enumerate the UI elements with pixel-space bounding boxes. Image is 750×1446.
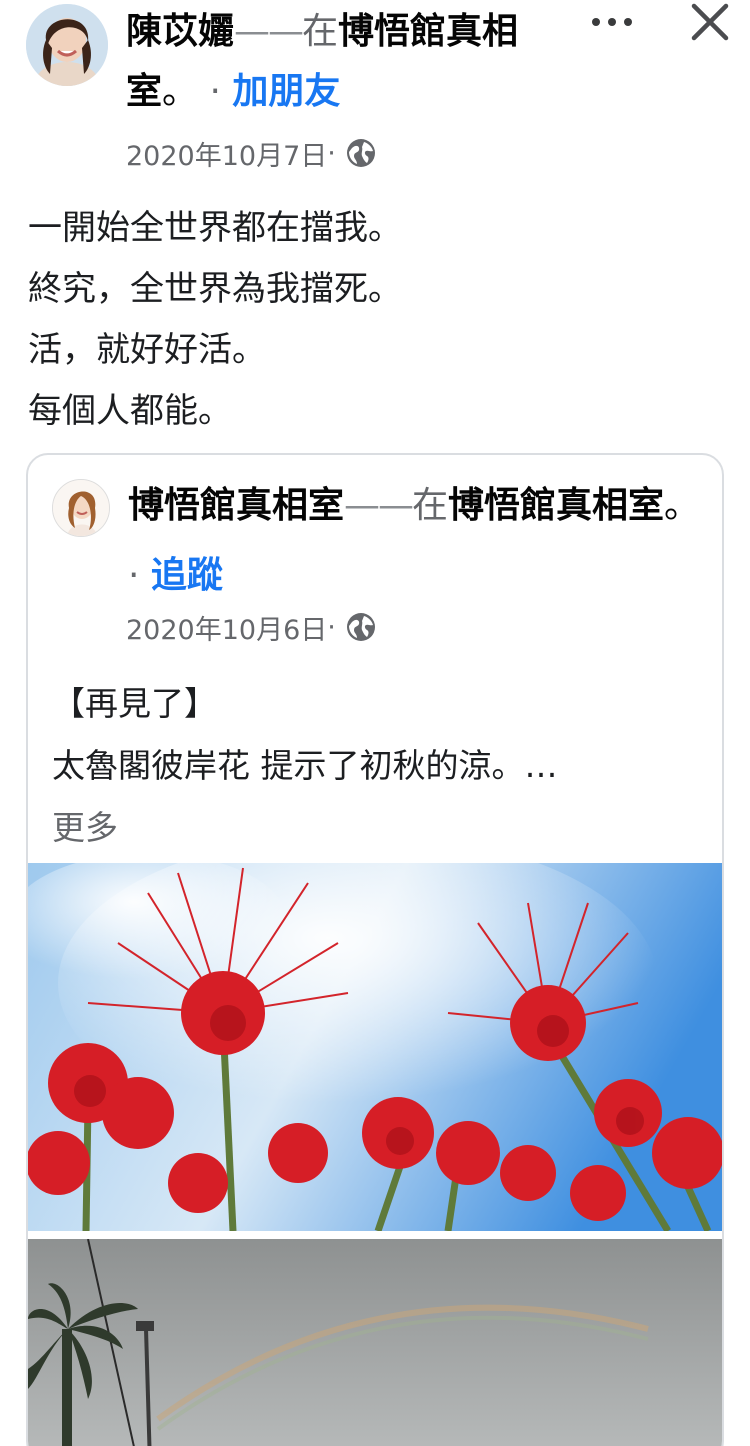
shared-post-date[interactable]: 2020年10月6日 [126, 608, 327, 647]
globe-icon [346, 138, 376, 168]
rainbow-photo[interactable] [28, 1239, 722, 1446]
author-avatar[interactable] [26, 4, 108, 86]
more-options-icon[interactable] [588, 2, 636, 42]
shared-text-line: 太魯閣彼岸花 提示了初秋的涼。… [52, 746, 558, 785]
shared-author-avatar[interactable] [52, 479, 110, 537]
spider-lily-photo[interactable] [28, 863, 722, 1231]
shared-text-line: 【再見了】 [52, 684, 217, 723]
meta-separator: · [327, 137, 336, 169]
header-dash: —— [234, 11, 304, 52]
close-icon[interactable] [686, 0, 732, 46]
post-text-line: 活，就好好活。 [28, 330, 266, 370]
shared-meta-separator: · [327, 611, 336, 643]
shared-header-line: 博悟館真相室——在博悟館真相室。 · 追蹤 [128, 471, 718, 611]
shared-author-name[interactable]: 博悟館真相室 [128, 485, 344, 526]
post-date[interactable]: 2020年10月7日 [126, 134, 327, 173]
shared-header-separator: · [128, 555, 151, 596]
post-body: 一開始全世界都在擋我。 終究，全世界為我擋死。 活，就好好活。 每個人都能。 [28, 198, 728, 442]
post-text-line: 每個人都能。 [28, 391, 232, 431]
add-friend-link[interactable]: 加朋友 [232, 71, 340, 112]
shared-post-card[interactable]: 博悟館真相室——在博悟館真相室。 · 追蹤 2020年10月6日 · 【再見了】… [26, 453, 724, 1446]
header-at: 在 [302, 11, 339, 52]
follow-link[interactable]: 追蹤 [151, 555, 223, 596]
post-header-line: 陳苡孋——在博悟館真相室。 · 加朋友 [126, 2, 566, 122]
author-name[interactable]: 陳苡孋 [126, 11, 234, 52]
shared-post-meta: 2020年10月6日 · [126, 607, 376, 647]
post-text-line: 終究，全世界為我擋死。 [28, 269, 402, 309]
header-period: 。 [162, 71, 199, 112]
shared-post-body: 【再見了】 太魯閣彼岸花 提示了初秋的涼。… 更多 [52, 673, 712, 859]
post-header: 陳苡孋——在博悟館真相室。 · 加朋友 2020年10月7日 · [0, 0, 750, 190]
post-text-line: 一開始全世界都在擋我。 [28, 208, 402, 248]
see-more-link[interactable]: 更多 [52, 797, 712, 859]
post-meta: 2020年10月7日 · [126, 133, 376, 173]
globe-icon [346, 612, 376, 642]
header-separator: · [198, 71, 233, 112]
shared-header-dash: —— [344, 485, 414, 526]
shared-header-at: 在 [412, 485, 449, 526]
shared-header-period: 。 [664, 485, 701, 526]
shared-location-link[interactable]: 博悟館真相室 [448, 485, 664, 526]
